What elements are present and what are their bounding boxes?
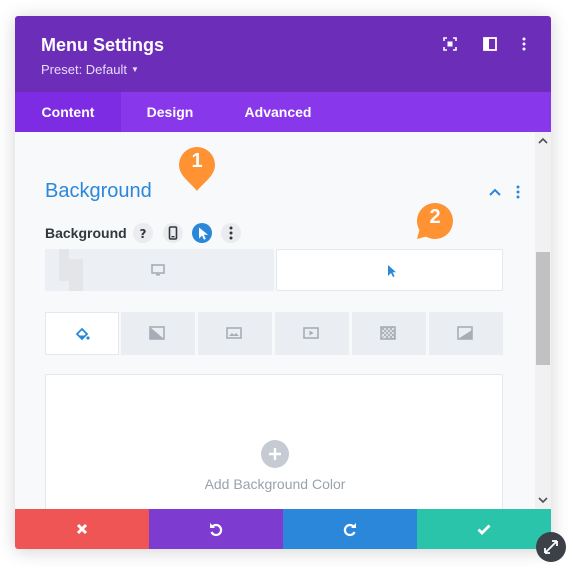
callout-marker-2: 2 [416, 202, 454, 240]
add-color-button[interactable] [261, 440, 289, 468]
video-icon [303, 327, 319, 339]
resize-handle[interactable] [536, 532, 566, 562]
pattern-icon [380, 326, 396, 340]
undo-button[interactable] [149, 509, 283, 549]
cancel-button[interactable] [15, 509, 149, 549]
save-button[interactable] [417, 509, 551, 549]
columns-icon[interactable] [482, 36, 498, 52]
color-type-button[interactable] [45, 312, 119, 355]
preset-selector[interactable]: Preset: Default ▼ [41, 62, 139, 77]
section-kebab-icon[interactable] [515, 184, 521, 200]
scrollbar[interactable] [535, 132, 551, 509]
redo-button[interactable] [283, 509, 417, 549]
scroll-down-icon[interactable] [538, 495, 548, 505]
blur-artifact [59, 259, 83, 281]
redo-icon [343, 523, 356, 537]
settings-modal: Menu Settings Preset: Default ▼ Content D… [15, 16, 551, 549]
svg-text:?: ? [140, 227, 147, 241]
video-type-button[interactable] [275, 312, 349, 355]
default-state-tab[interactable] [45, 249, 274, 291]
callout-marker-1: 1 [178, 146, 216, 191]
resize-icon [544, 540, 558, 554]
field-label: Background [45, 225, 127, 241]
background-type-selector [45, 312, 503, 355]
mask-icon [457, 326, 473, 340]
section-title[interactable]: Background [45, 180, 152, 203]
paint-bucket-icon [75, 327, 90, 341]
check-icon [477, 524, 491, 535]
scrollbar-thumb[interactable] [536, 252, 550, 365]
tab-content[interactable]: Content [15, 92, 121, 132]
preset-label: Preset: Default [41, 62, 127, 77]
cursor-icon [388, 265, 396, 277]
gradient-type-button[interactable] [121, 312, 195, 355]
undo-icon [210, 523, 223, 537]
default-hover-toggle [45, 249, 503, 291]
help-icon[interactable]: ? [133, 223, 153, 243]
add-color-label[interactable]: Add Background Color [46, 476, 504, 492]
desktop-icon [151, 264, 165, 276]
expand-icon[interactable] [442, 36, 458, 52]
tab-bar: Content Design Advanced [15, 92, 551, 132]
modal-header: Menu Settings Preset: Default ▼ [15, 16, 551, 92]
gradient-icon [149, 326, 165, 340]
hover-state-tab[interactable] [276, 249, 503, 291]
caret-down-icon: ▼ [131, 65, 139, 74]
close-icon [76, 523, 88, 535]
scroll-up-icon[interactable] [538, 136, 548, 146]
hover-cursor-icon[interactable] [192, 223, 212, 243]
chevron-up-icon[interactable] [489, 187, 501, 197]
tab-design[interactable]: Design [121, 92, 219, 132]
callout-number-1: 1 [191, 150, 203, 172]
blur-artifact [59, 249, 69, 259]
image-icon [226, 327, 242, 339]
kebab-icon[interactable] [516, 36, 532, 52]
plus-icon [269, 448, 281, 460]
image-type-button[interactable] [198, 312, 272, 355]
background-color-panel: Add Background Color [45, 374, 503, 509]
mobile-icon[interactable] [163, 223, 183, 243]
callout-number-2: 2 [429, 206, 441, 228]
blur-artifact [69, 281, 83, 291]
modal-footer [15, 509, 551, 549]
modal-title: Menu Settings [41, 35, 165, 55]
tab-advanced[interactable]: Advanced [219, 92, 337, 132]
mask-type-button[interactable] [429, 312, 503, 355]
settings-body: Background Background ? Add Background C… [15, 132, 551, 509]
field-kebab-icon[interactable] [221, 223, 241, 243]
pattern-type-button[interactable] [352, 312, 426, 355]
